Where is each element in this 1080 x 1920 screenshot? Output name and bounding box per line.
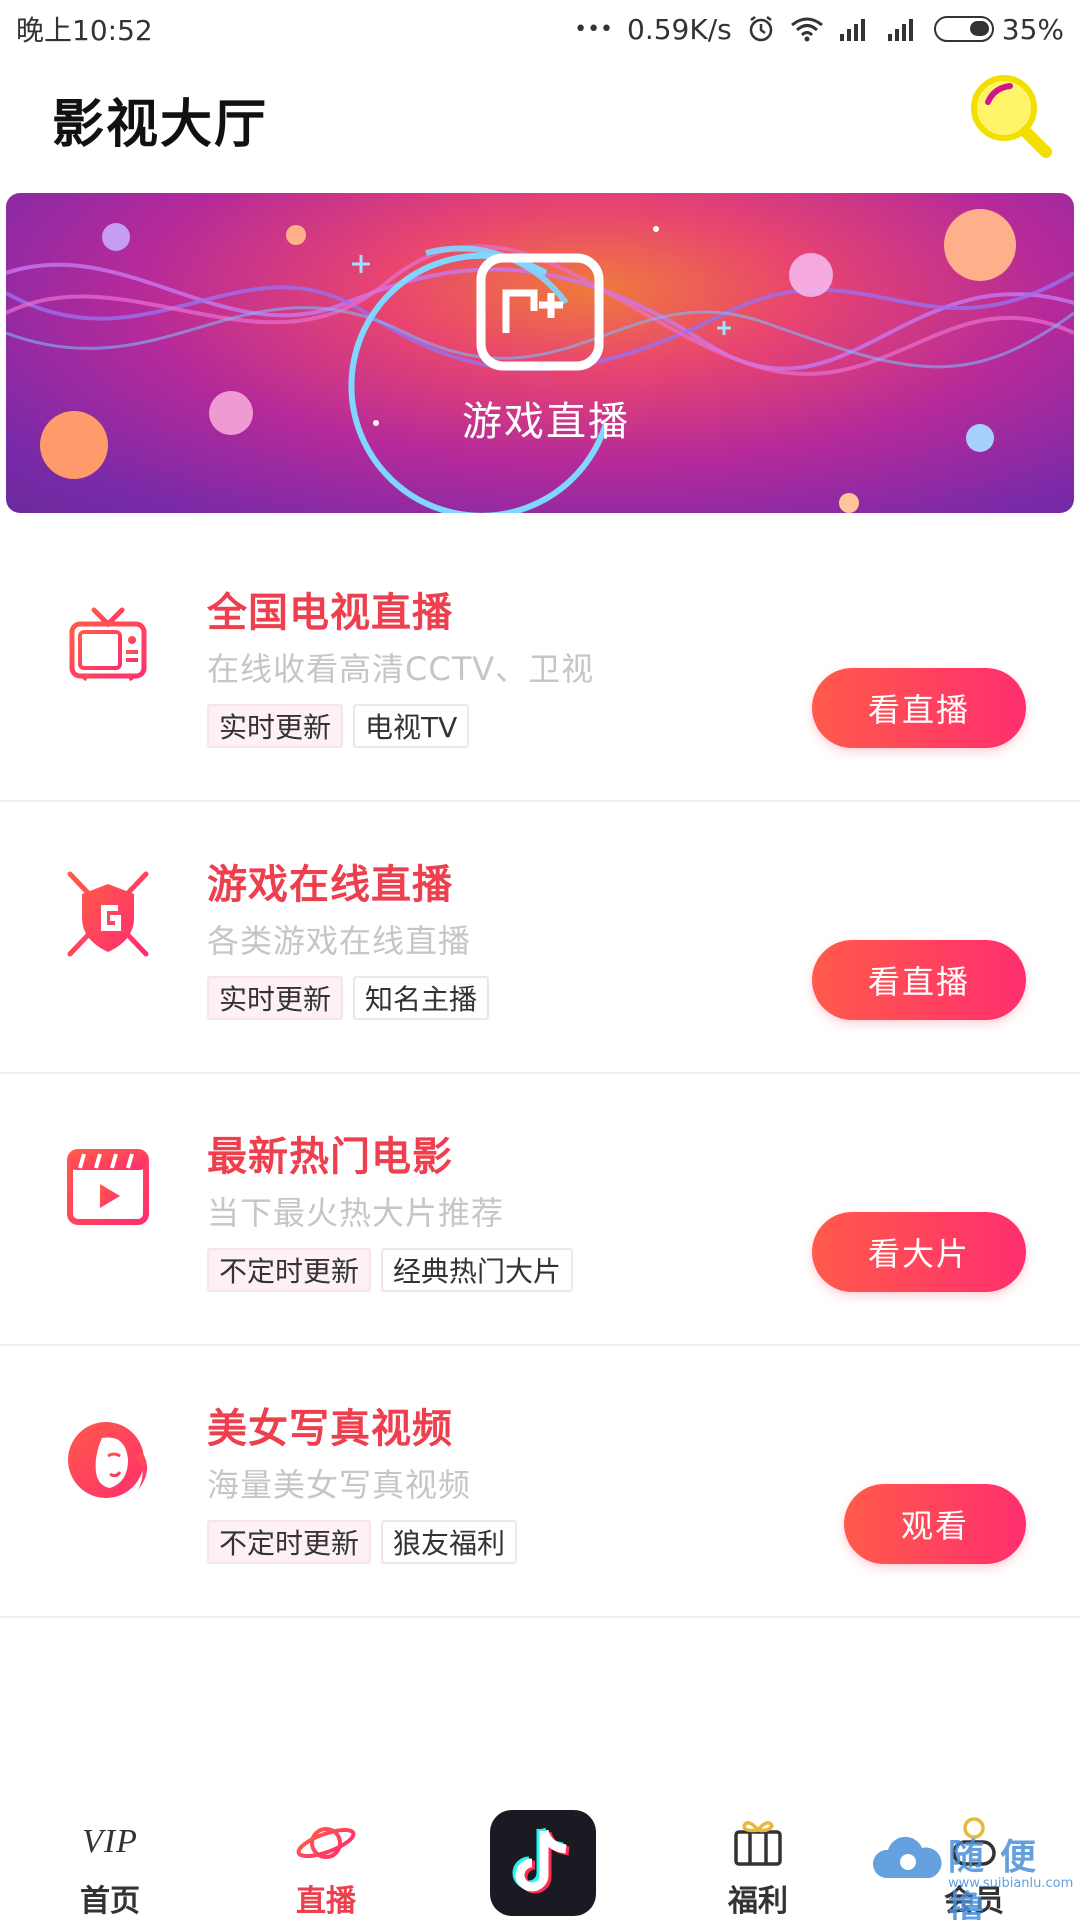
watch-live-button[interactable]: 看直播 [812,668,1026,748]
vip-icon: VIP [75,1812,145,1872]
search-icon [971,75,1052,158]
item-title: 最新热门电影 [207,1134,453,1180]
tag: 经典热门大片 [381,1248,574,1292]
item-tags: 实时更新 知名主播 [207,976,490,1020]
status-bar: 晚上10:52 ••• 0.59K/s 35% [0,0,1080,58]
banner-art [6,209,1074,513]
tag: 不定时更新 [207,1520,372,1564]
planet-icon [291,1812,361,1872]
item-subtitle: 各类游戏在线直播 [207,922,472,960]
tag: 实时更新 [207,976,344,1020]
list-item-tv-live[interactable]: 全国电视直播 在线收看高清CCTV、卫视 实时更新 电视TV 看直播 [0,530,1080,802]
tag: 知名主播 [353,976,490,1020]
watermark-url: www.suibianlu.com [948,1876,1074,1891]
bottom-nav: VIP 首页 直播 福利 会员 随便撸 www.suibianlu.com [0,1790,1080,1920]
item-tags: 实时更新 电视TV [207,704,470,748]
item-title: 游戏在线直播 [207,862,453,908]
battery-indicator: 35% [933,12,1064,46]
list-item-hot-movies[interactable]: 最新热门电影 当下最火热大片推荐 不定时更新 经典热门大片 看大片 [0,1074,1080,1346]
list-item-game-live[interactable]: 游戏在线直播 各类游戏在线直播 实时更新 知名主播 看直播 [0,802,1080,1074]
vip-icon-text: VIP [82,1823,138,1860]
tag: 狼友福利 [381,1520,518,1564]
watch-movie-button[interactable]: 看大片 [812,1212,1026,1292]
tiktok-button[interactable] [490,1810,596,1916]
list-item-beauty-video[interactable]: 美女写真视频 海量美女写真视频 不定时更新 狼友福利 观看 [0,1346,1080,1618]
watermark-text: 随便撸 [948,1837,1053,1920]
more-dots-icon: ••• [574,16,614,42]
nav-item-welfare[interactable]: 福利 [688,1790,828,1920]
battery-icon [933,16,994,42]
alarm-icon [746,14,776,44]
watch-live-button[interactable]: 看直播 [812,940,1026,1020]
cloud-icon [872,1836,942,1878]
banner-label: 游戏直播 [462,399,630,445]
game-shield-icon [62,868,154,960]
wifi-icon [790,15,824,43]
item-subtitle: 海量美女写真视频 [207,1466,472,1504]
nav-label-live: 直播 [296,1884,356,1919]
woman-face-icon [62,1412,154,1504]
gift-icon [723,1812,793,1872]
item-title: 美女写真视频 [207,1406,453,1452]
network-speed: 0.59K/s [627,12,732,46]
item-title: 全国电视直播 [207,590,453,636]
item-subtitle: 在线收看高清CCTV、卫视 [207,650,595,688]
nav-item-live[interactable]: 直播 [256,1790,396,1920]
movie-clapper-icon [62,1140,154,1232]
status-time: 晚上10:52 [16,14,153,47]
tag: 实时更新 [207,704,344,748]
signal-icon [838,16,872,42]
item-subtitle: 当下最火热大片推荐 [207,1194,505,1232]
battery-percent: 35% [1001,12,1064,46]
search-button[interactable] [966,70,1056,160]
tag: 电视TV [353,704,470,748]
watch-button[interactable]: 观看 [844,1484,1026,1564]
nav-label-welfare: 福利 [728,1884,788,1919]
watermark: 随便撸 www.suibianlu.com [868,1828,1073,1920]
signal-icon-2 [886,16,920,42]
game-live-banner[interactable]: 游戏直播 [6,193,1074,513]
tag: 不定时更新 [207,1248,372,1292]
item-tags: 不定时更新 狼友福利 [207,1520,518,1564]
item-tags: 不定时更新 经典热门大片 [207,1248,574,1292]
tiktok-icon [512,1827,570,1894]
page-title: 影视大厅 [52,95,269,155]
header: 影视大厅 [0,70,1080,160]
nav-item-home[interactable]: VIP 首页 [40,1790,180,1920]
nav-label-home: 首页 [80,1884,140,1919]
tv-icon [62,596,154,688]
